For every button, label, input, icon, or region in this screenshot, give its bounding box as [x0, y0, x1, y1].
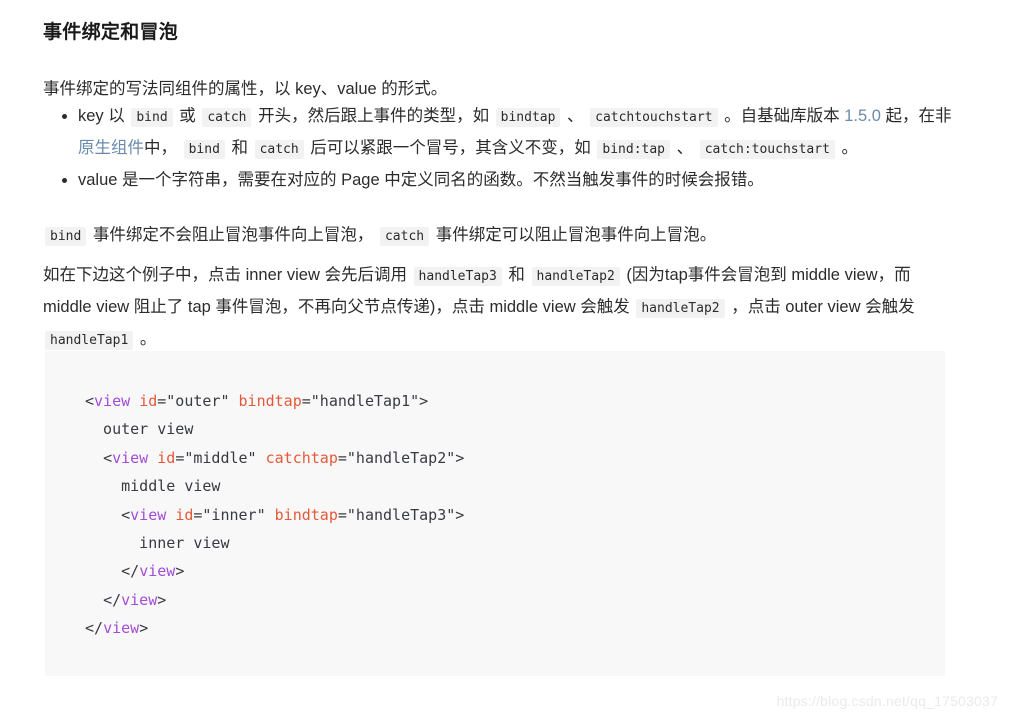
code-token-tag: view — [103, 619, 140, 638]
code-token-punc: ="handleTap2"> — [337, 448, 465, 467]
code-token-attr: bindtap — [274, 505, 338, 524]
bullet-text-seg: 。自基础库版本 — [719, 107, 845, 125]
link-library-version[interactable]: 1.5.0 — [844, 107, 881, 125]
page-title: 事件绑定和冒泡 — [43, 22, 179, 43]
list-item: value 是一个字符串，需要在对应的 Page 中定义同名的函数。不然当触发事… — [43, 165, 953, 195]
code-token-punc: ="outer" — [157, 392, 230, 410]
inline-code-handletap2-b: handleTap2 — [636, 298, 725, 318]
inline-code-bindtap: bindtap — [495, 108, 561, 127]
code-token-punc: ="handleTap3"> — [337, 505, 465, 524]
code-token-punc: < — [121, 505, 131, 524]
code-token-tag: view — [121, 590, 158, 609]
code-token-tag: view — [130, 505, 167, 524]
code-token-tag: view — [94, 392, 131, 410]
code-token-punc: > — [139, 619, 149, 638]
bullet-text-seg: 起，在非 — [880, 107, 952, 125]
feature-bullet-list: key 以 bind 或 catch 开头，然后跟上事件的类型，如 bindta… — [43, 101, 953, 195]
document-page: 事件绑定和冒泡 事件绑定的写法同组件的属性，以 key、value 的形式。 k… — [0, 0, 1010, 717]
note-text-seg: 事件绑定可以阻止冒泡事件向上冒泡。 — [431, 225, 717, 244]
inline-code-catch-2: catch — [254, 140, 304, 159]
code-token-punc: ="inner" — [193, 505, 266, 524]
code-token-attr: catchtap — [265, 448, 338, 467]
bullet-dot-icon — [62, 114, 67, 119]
list-item: key 以 bind 或 catch 开头，然后跟上事件的类型，如 bindta… — [43, 101, 953, 165]
bullet-text-seg: 、 — [562, 107, 589, 125]
note-text-seg: 事件绑定不会阻止冒泡事件向上冒泡， — [88, 225, 378, 244]
desc-text-seg: 和 — [503, 265, 530, 284]
code-token-punc: < — [103, 448, 113, 467]
inline-code-bind-note: bind — [45, 226, 87, 246]
intro-paragraph: 事件绑定的写法同组件的属性，以 key、value 的形式。 — [43, 79, 448, 98]
bullet-text-seg: 开头，然后跟上事件的类型，如 — [253, 107, 494, 125]
inline-code-catch-note: catch — [379, 226, 430, 246]
inline-code-catchtouchstart: catchtouchstart — [590, 108, 718, 127]
code-token-tag: view — [112, 448, 149, 467]
note-paragraph: bind 事件绑定不会阻止冒泡事件向上冒泡， catch 事件绑定可以阻止冒泡事… — [43, 220, 716, 252]
bullet-text-seg: 、 — [672, 139, 698, 157]
description-paragraph: 如在下边这个例子中，点击 inner view 会先后调用 handleTap3… — [43, 260, 948, 356]
code-token-punc: </ — [121, 562, 140, 581]
bullet-text-seg: 后可以紧跟一个冒号，其含义不变，如 — [305, 139, 596, 157]
inline-code-catch-touchstart: catch:touchstart — [699, 140, 835, 159]
link-native-component[interactable]: 原生组件 — [78, 139, 144, 157]
bullet-text-seg: 或 — [174, 107, 201, 125]
inline-code-catch: catch — [202, 108, 252, 127]
code-token-attr: bindtap — [238, 392, 302, 410]
code-token-punc: ="middle" — [175, 448, 257, 467]
desc-text-seg: ，点击 outer view 会触发 — [726, 297, 915, 316]
code-token-punc: </ — [85, 619, 104, 638]
inline-code-handletap3: handleTap3 — [413, 266, 502, 286]
bullet-text-seg: value 是一个字符串，需要在对应的 Page 中定义同名的函数。不然当触发事… — [78, 171, 764, 189]
inline-code-bind-tap: bind:tap — [597, 140, 671, 159]
inline-code-bind-2: bind — [183, 140, 225, 159]
code-token-text: outer view — [85, 420, 194, 439]
code-block[interactable]: <view id="outer" bindtap="handleTap1"> o… — [45, 351, 945, 676]
inline-code-handletap1: handleTap1 — [45, 330, 134, 350]
bullet-text-seg: 中， — [144, 139, 182, 157]
code-token-punc: < — [85, 392, 95, 410]
code-token-text: inner view — [85, 534, 230, 553]
bullet-dot-icon — [62, 178, 67, 183]
bullet-text-seg: key 以 — [78, 107, 130, 125]
code-token-punc: > — [157, 590, 167, 609]
code-source: <view id="outer" bindtap="handleTap1"> o… — [85, 392, 464, 637]
desc-text-seg: 如在下边这个例子中，点击 inner view 会先后调用 — [43, 265, 412, 284]
code-token-attr: id — [175, 505, 194, 524]
code-token-attr: id — [157, 448, 176, 467]
desc-text-seg: 。 — [135, 329, 157, 348]
inline-code-bind: bind — [131, 108, 173, 127]
code-block-content: <view id="outer" bindtap="handleTap1"> o… — [85, 387, 945, 643]
inline-code-handletap2: handleTap2 — [531, 266, 620, 286]
code-token-text: middle view — [85, 477, 221, 496]
code-token-punc: ="handleTap1"> — [301, 392, 429, 410]
code-token-attr: id — [139, 392, 158, 410]
watermark: https://blog.csdn.net/qq_17503037 — [776, 693, 998, 709]
code-token-punc: > — [175, 562, 185, 581]
bullet-text-seg: 和 — [226, 139, 253, 157]
code-token-punc: </ — [103, 590, 122, 609]
code-token-tag: view — [139, 562, 176, 581]
bullet-text-seg: 。 — [836, 139, 859, 157]
